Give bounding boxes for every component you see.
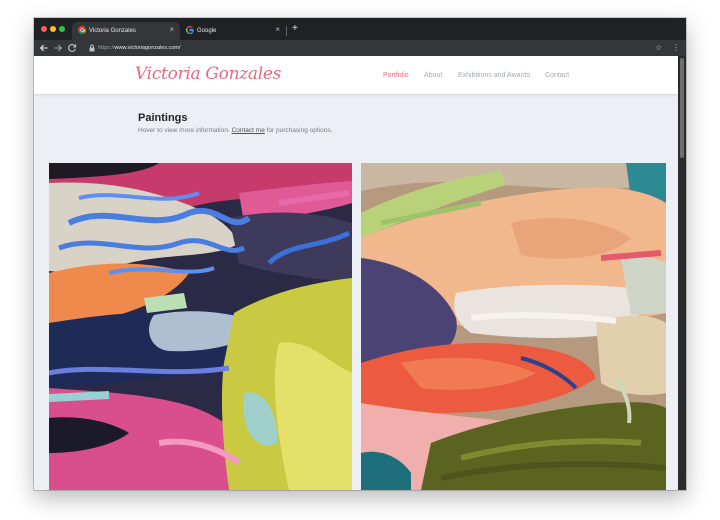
nav-portfolio[interactable]: Portfolio [383,71,409,81]
painting-2[interactable] [361,163,666,490]
forward-arrow-icon[interactable] [52,42,64,54]
site-logo[interactable]: Victoria Gonzales [135,62,281,86]
browser-window: Victoria Gonzales × Google × + https://w… [34,18,686,490]
nav-about[interactable]: About [424,71,442,81]
maximize-window-button[interactable] [59,26,65,32]
tab-victoria-gonzales[interactable]: Victoria Gonzales × [72,22,180,40]
minimize-window-button[interactable] [50,26,56,32]
url-text: https://www.victoriagonzales.com/ [98,44,181,52]
close-window-button[interactable] [41,26,47,32]
painting-1[interactable] [49,163,352,490]
url-scheme: https:// [98,45,115,51]
vertical-scrollbar[interactable] [678,56,686,490]
painting-1-image [49,163,352,490]
address-bar[interactable]: https://www.victoriagonzales.com/ [84,43,664,53]
page-title: Paintings [138,112,188,124]
tab-strip: Victoria Gonzales × Google × + [34,18,686,40]
lock-icon [89,44,95,52]
close-tab-icon[interactable]: × [275,25,280,35]
close-tab-icon[interactable]: × [169,25,174,35]
tab-google[interactable]: Google × [180,22,286,40]
subtitle-text: Hover to view more information. [138,127,230,134]
painting-2-image [361,163,666,490]
contact-link[interactable]: Contact me [232,127,265,134]
nav-contact[interactable]: Contact [545,71,569,81]
browser-toolbar: https://www.victoriagonzales.com/ ☆ ⋮ [34,40,686,56]
tab-separator [286,26,287,36]
tab-title: Victoria Gonzales [89,28,136,34]
subtitle-text-end: for purchasing options. [266,127,333,134]
page-viewport: Victoria Gonzales Portfolio About Exhibi… [34,56,678,490]
more-vert-icon[interactable]: ⋮ [672,42,680,54]
tab-title: Google [197,28,217,34]
google-g-icon [186,26,194,34]
scrollbar-thumb[interactable] [680,58,684,158]
nav-exhibitions-and-awards[interactable]: Exhibitions and Awards [458,71,530,81]
new-tab-button[interactable]: + [292,23,298,35]
star-icon[interactable]: ☆ [655,42,662,54]
back-arrow-icon[interactable] [38,42,50,54]
url-host: www.victoriagonzales.com/ [114,45,181,51]
reload-icon[interactable] [66,42,78,54]
page-subtitle: Hover to view more information. Contact … [138,126,332,135]
chrome-icon [78,26,86,34]
site-header: Victoria Gonzales Portfolio About Exhibi… [34,56,678,94]
